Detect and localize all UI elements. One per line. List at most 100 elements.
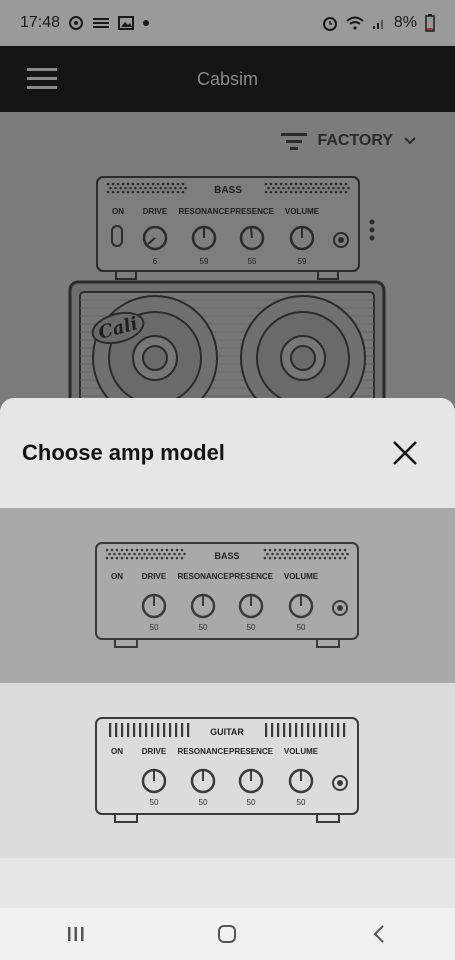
grille-dot [161,182,165,186]
grille-dot [135,548,138,552]
grille-dot [339,190,343,194]
amp-label-volume: VOLUME [283,747,318,756]
grille-dot [313,548,316,552]
knob-drive[interactable] [142,225,168,251]
grille-slot [120,723,123,737]
grille-dot [116,182,120,186]
grille-dot [335,552,339,556]
grille-dot [154,186,157,190]
knob-volume[interactable] [289,225,315,251]
grille-dot [155,556,158,560]
grille-slot [168,723,171,737]
grille-dot [112,552,116,556]
grille-dot [139,186,142,190]
grille-dot [115,548,118,552]
notification-icon [92,16,110,30]
system-nav-bar [0,908,455,960]
preset-selector[interactable]: FACTORY [281,132,417,150]
back-button[interactable] [339,912,419,956]
amp-option-bass[interactable]: BASS ON DRIVE RESONANCE PRESENCE VOLUME … [0,508,455,683]
grille-dot [310,552,314,556]
grille-dot [294,190,298,194]
close-button[interactable] [385,433,425,473]
grille-dot [167,552,171,556]
grille-dot [273,548,276,552]
grille-dot [274,190,278,194]
grille-dot [307,186,310,190]
power-switch[interactable] [111,225,123,247]
back-icon [373,925,384,943]
grille-dot [340,552,344,556]
grille-dot [327,186,330,190]
value-volume: 50 [296,798,305,807]
amp-label-drive: DRIVE [141,572,166,581]
grille-dot [323,556,326,560]
grille-dot [297,186,300,190]
grille-dot [164,186,167,190]
grille-dot [338,548,341,552]
knob-presence[interactable] [239,225,265,251]
recents-button[interactable] [36,912,116,956]
grille-dot [333,548,336,552]
grille-dot [150,548,153,552]
sync-icon [68,15,84,31]
amp-option-guitar[interactable]: GUITAR ON DRIVE RESONANCE PRESENCE VOLUM… [0,683,455,858]
grille-dot [136,190,140,194]
sheet-header: Choose amp model [0,398,455,508]
grille-dot [298,556,301,560]
status-bar: 17:48 8% [0,0,455,46]
grille-dot [130,548,133,552]
grille-dot [313,556,316,560]
home-button[interactable] [187,912,267,956]
grille-dot [111,182,115,186]
grille-dot [330,552,334,556]
grille-dot [136,182,140,186]
grille-dot [120,556,123,560]
grille-dot [300,552,304,556]
amp-name: GUITAR [210,727,244,737]
amp-label-presence: PRESENCE [230,207,275,216]
recents-icon [67,927,84,941]
chevron-down-icon [404,137,416,145]
grille-dot [315,552,319,556]
grille-dot [141,190,145,194]
menu-button[interactable] [12,46,72,112]
sheet-title: Choose amp model [22,440,225,465]
grille-dot [165,556,168,560]
grille-slot [108,723,111,737]
grille-dot [114,186,117,190]
grille-dot [325,552,329,556]
grille-dot [344,182,348,186]
grille-dot [320,552,324,556]
grille-dot [277,186,280,190]
amp-label-volume: VOLUME [283,572,318,581]
grille-dot [285,552,289,556]
speaker-cabinet[interactable]: Cali [68,280,388,402]
more-options-icon[interactable] [368,218,376,242]
amp-label-resonance: RESONANCE [177,747,229,756]
amp-guitar-illustration: GUITAR ON DRIVE RESONANCE PRESENCE VOLUM… [94,717,359,823]
grille-dot [284,190,288,194]
grille-dot [347,186,350,190]
grille-dot [328,548,331,552]
knob-resonance[interactable] [191,225,217,251]
grille-dot [334,182,338,186]
grille-dot [344,190,348,194]
dot-icon [142,19,150,27]
grille-dot [308,548,311,552]
grille-dot [337,186,340,190]
grille-slot [180,723,183,737]
grille-dot [171,182,175,186]
grille-dot [278,556,281,560]
grille-slot [276,723,279,737]
grille-dot [151,190,155,194]
value-drive: 6 [153,257,158,266]
grille-dot [131,182,135,186]
grille-dot [119,186,122,190]
grille-dot [263,556,266,560]
grille-dot [161,190,165,194]
amp-label-on: ON [111,747,123,756]
grille-dot [318,548,321,552]
grille-slot [186,723,189,737]
current-amp-head[interactable]: BASS ON DRIVE RESONANCE PRESENCE VOLUME … [96,176,362,286]
